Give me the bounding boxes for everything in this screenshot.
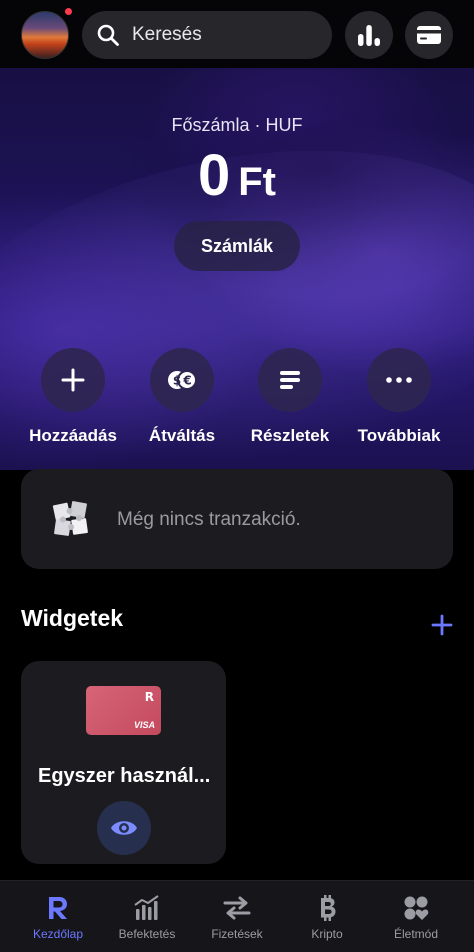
svg-text:$: $: [173, 374, 181, 388]
virtual-card-image: R VISA: [86, 686, 161, 735]
tab-invest[interactable]: Befektetés: [100, 893, 194, 941]
search-bar[interactable]: Keresés: [82, 11, 332, 59]
details-icon: [280, 371, 300, 389]
accounts-button[interactable]: Számlák: [174, 221, 300, 271]
analytics-button[interactable]: [345, 11, 393, 59]
lifestyle-grid-icon: [404, 896, 429, 920]
add-button[interactable]: [41, 348, 105, 412]
balance-value: 0: [197, 143, 231, 208]
search-placeholder: Keresés: [132, 24, 202, 45]
show-card-button[interactable]: [97, 801, 151, 855]
exchange-label: Átváltás: [148, 426, 216, 445]
revolut-r-icon: [49, 897, 67, 919]
bitcoin-icon: [321, 895, 336, 921]
disposable-card-widget[interactable]: R VISA Egyszer használ...: [21, 661, 226, 864]
add-money-action[interactable]: Hozzáadás: [18, 348, 128, 446]
more-button[interactable]: [367, 348, 431, 412]
transfer-arrows-icon: [223, 896, 251, 920]
tab-lifestyle[interactable]: Életmód: [369, 893, 463, 941]
widget-title: Egyszer használ...: [38, 765, 211, 787]
avatar[interactable]: [21, 11, 69, 59]
tab-crypto-label: Kripto: [311, 927, 343, 941]
exchange-icon: $ €: [168, 370, 197, 390]
tab-crypto[interactable]: Kripto: [280, 893, 374, 941]
balance-currency: Ft: [238, 160, 277, 204]
more-label: Továbbiak: [357, 426, 441, 445]
card-brand: VISA: [133, 720, 155, 730]
card-icon: [417, 26, 441, 44]
details-action[interactable]: Részletek: [235, 348, 345, 446]
more-action[interactable]: Továbbiak: [344, 348, 454, 446]
tab-home-label: Kezdőlap: [32, 927, 84, 941]
plus-icon: [61, 368, 85, 392]
bar-chart-icon: [358, 25, 380, 46]
tab-home[interactable]: Kezdőlap: [11, 893, 105, 941]
account-label: Főszámla · HUF: [171, 115, 303, 135]
bottom-tab-bar: Kezdőlap Befektetés Fizetések Kripto Éle…: [0, 880, 474, 952]
invest-chart-icon: [134, 895, 159, 920]
transactions-card[interactable]: Még nincs tranzakció.: [21, 469, 453, 569]
cards-button[interactable]: [405, 11, 453, 59]
exchange-button[interactable]: $ €: [150, 348, 214, 412]
puzzle-icon: [52, 501, 88, 536]
svg-text:€: €: [182, 374, 191, 388]
empty-transactions-text: Még nincs tranzakció.: [117, 509, 301, 530]
details-label: Részletek: [250, 426, 330, 445]
eye-icon: [111, 821, 137, 835]
tab-payments[interactable]: Fizetések: [190, 893, 284, 941]
tab-lifestyle-label: Életmód: [393, 927, 439, 941]
search-icon: [97, 24, 119, 46]
details-button[interactable]: [258, 348, 322, 412]
more-icon: [386, 377, 412, 383]
tab-invest-label: Befektetés: [118, 927, 176, 941]
balance-amount: 0 Ft: [0, 142, 474, 209]
widgets-title: Widgetek: [21, 605, 124, 631]
add-widget-icon[interactable]: [428, 611, 456, 639]
card-logo: R: [144, 690, 154, 704]
add-label: Hozzáadás: [29, 426, 117, 445]
tab-payments-label: Fizetések: [211, 927, 263, 941]
notification-dot: [65, 8, 72, 15]
exchange-action[interactable]: $ € Átváltás: [127, 348, 237, 446]
